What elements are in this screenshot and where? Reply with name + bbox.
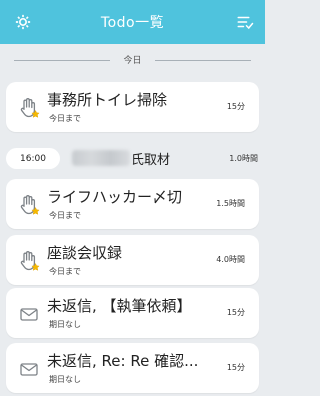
page-title: Todo一覧	[100, 15, 165, 31]
gear-icon[interactable]	[13, 12, 33, 32]
mail-icon	[17, 357, 41, 381]
task-duration: 4.0時間	[216, 255, 245, 264]
section-divider-today: 今日	[0, 50, 265, 72]
task-name: ライフハッカー〆切	[47, 188, 183, 206]
calendar-event-row[interactable]: 16:00 氏取材 1.0時間	[0, 142, 265, 174]
app-header: Todo一覧	[0, 0, 265, 44]
mail-icon	[17, 302, 41, 326]
task-due: 今日まで	[49, 267, 81, 276]
task-card[interactable]: 座談会収録 今日まで 4.0時間	[6, 235, 259, 285]
redacted-name	[72, 150, 130, 166]
event-title: 氏取材	[131, 153, 171, 168]
task-due: 今日まで	[49, 114, 81, 123]
task-due: 期日なし	[49, 375, 81, 384]
task-card[interactable]: 未返信, 【執筆依頼】 期日なし 15分	[6, 288, 259, 338]
list-check-icon[interactable]	[235, 12, 255, 32]
task-card[interactable]: 未返信, Re: Re 確認... 期日なし 15分	[6, 343, 259, 393]
task-duration: 15分	[226, 363, 245, 372]
divider-line	[155, 60, 251, 61]
hand-star-icon	[17, 249, 41, 273]
hand-star-icon	[17, 96, 41, 120]
event-time-badge: 16:00	[6, 148, 60, 169]
task-name: 未返信, Re: Re 確認...	[47, 352, 199, 370]
task-name: 事務所トイレ掃除	[47, 91, 168, 109]
task-name: 座談会収録	[47, 244, 123, 262]
task-card[interactable]: 事務所トイレ掃除 今日まで 15分	[6, 82, 259, 132]
task-due: 期日なし	[49, 320, 81, 329]
hand-star-icon	[17, 193, 41, 217]
task-duration: 1.5時間	[216, 199, 245, 208]
task-duration: 15分	[226, 102, 245, 111]
task-card[interactable]: ライフハッカー〆切 今日まで 1.5時間	[6, 179, 259, 229]
event-duration: 1.0時間	[229, 154, 258, 163]
task-due: 今日まで	[49, 211, 81, 220]
task-duration: 15分	[226, 308, 245, 317]
task-name: 未返信, 【執筆依頼】	[47, 297, 192, 315]
